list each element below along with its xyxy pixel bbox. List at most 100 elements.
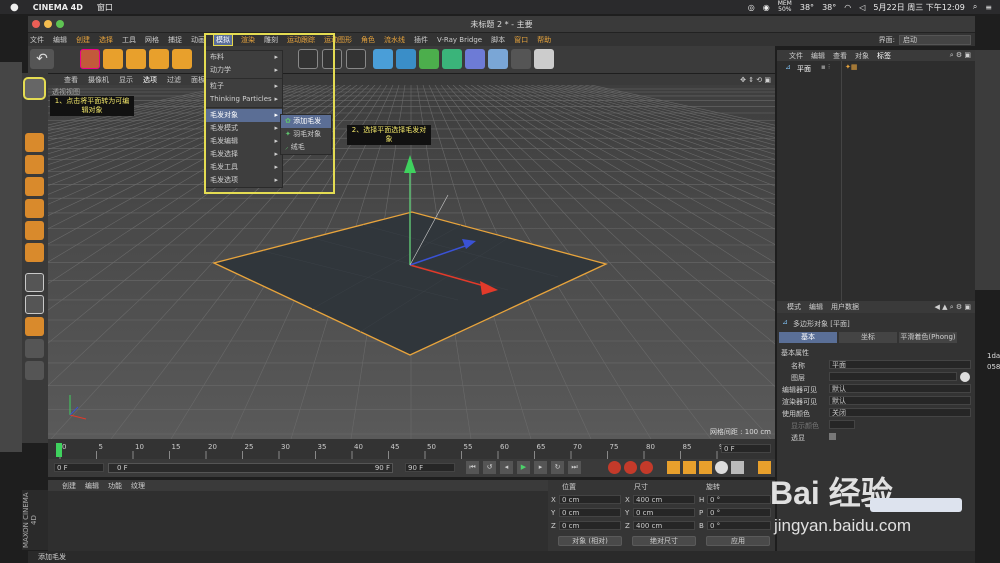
close-window-button[interactable] <box>32 20 40 28</box>
tweak-icon[interactable] <box>25 295 44 314</box>
camera-icon[interactable] <box>511 49 531 69</box>
point-key-icon[interactable] <box>731 461 744 474</box>
rot-h-field[interactable]: 0 ° <box>707 495 771 504</box>
obj-menu-tags[interactable]: 标签 <box>877 51 891 61</box>
y-axis-arrow-icon[interactable] <box>404 155 416 173</box>
volume-icon[interactable]: ◁ <box>859 3 865 12</box>
size-x-field[interactable]: 400 cm <box>633 495 695 504</box>
vp-menu-display[interactable]: 显示 <box>119 75 133 85</box>
coord-mode-select[interactable]: 对象 (相对) <box>558 536 622 546</box>
minimize-window-button[interactable] <box>44 20 52 28</box>
menu-tools[interactable]: 工具 <box>122 35 136 45</box>
menu-snap[interactable]: 捕捉 <box>168 35 182 45</box>
mat-menu-create[interactable]: 创建 <box>62 481 76 491</box>
menu-plugins[interactable]: 插件 <box>414 35 428 45</box>
menu-file[interactable]: 文件 <box>30 35 44 45</box>
vp-menu-panel[interactable]: 面板 <box>191 75 205 85</box>
status-icon[interactable]: ◎ <box>748 3 755 12</box>
display-color-field[interactable] <box>829 420 855 429</box>
undo-icon[interactable]: ↶ <box>30 49 54 69</box>
points-mode-icon[interactable] <box>25 199 44 218</box>
render-settings-icon[interactable] <box>346 49 366 69</box>
editor-visible-select[interactable]: 默认 <box>829 384 971 393</box>
menu-script[interactable]: 脚本 <box>491 35 505 45</box>
edges-mode-icon[interactable] <box>25 221 44 240</box>
vp-menu-options[interactable]: 选项 <box>143 75 157 85</box>
workplane-icon[interactable] <box>25 177 44 196</box>
rot-b-field[interactable]: 0 ° <box>707 521 771 530</box>
add-tool-icon[interactable] <box>172 49 192 69</box>
side-tabs[interactable] <box>975 50 1000 290</box>
make-editable-icon[interactable] <box>23 77 46 100</box>
prev-frame-icon[interactable]: ◂ <box>500 461 513 474</box>
menu-window[interactable]: 窗口 <box>514 35 528 45</box>
snap-icon[interactable] <box>25 317 44 336</box>
tab-coord[interactable]: 坐标 <box>839 332 897 343</box>
menu-mesh[interactable]: 网格 <box>145 35 159 45</box>
menu-character[interactable]: 角色 <box>361 35 375 45</box>
polygons-mode-icon[interactable] <box>25 243 44 262</box>
vp-menu-filter[interactable]: 过滤 <box>167 75 181 85</box>
vp-menu-view[interactable]: 查看 <box>64 75 78 85</box>
mat-menu-function[interactable]: 功能 <box>108 481 122 491</box>
tag-icon[interactable]: ✦▦ <box>845 63 857 71</box>
menu-item-fur[interactable]: ⸝ 绒毛 <box>281 141 331 154</box>
obj-menu-view[interactable]: 查看 <box>833 51 847 61</box>
rotate-tool-icon[interactable] <box>149 49 169 69</box>
mac-menu-window[interactable]: 窗口 <box>97 2 113 13</box>
app-name[interactable]: CINEMA 4D <box>33 3 83 12</box>
pos-key-icon[interactable] <box>667 461 680 474</box>
param-key-icon[interactable] <box>715 461 728 474</box>
material-manager[interactable] <box>48 491 548 551</box>
menu-item-add-hair[interactable]: ✿ 添加毛发 <box>281 115 331 128</box>
pos-z-field[interactable]: 0 cm <box>559 521 621 530</box>
menu-help[interactable]: 帮助 <box>537 35 551 45</box>
select-tool-icon[interactable] <box>80 49 100 69</box>
current-frame-field[interactable]: 0 F <box>54 463 104 472</box>
cloner-icon[interactable] <box>442 49 462 69</box>
range-slider[interactable]: 0 F 90 F <box>108 463 393 473</box>
attr-menu-edit[interactable]: 编辑 <box>809 302 823 312</box>
apply-button[interactable]: 应用 <box>706 536 770 546</box>
menu-pipeline[interactable]: 流水线 <box>384 35 405 45</box>
scale-key-icon[interactable] <box>683 461 696 474</box>
axis-icon[interactable] <box>25 273 44 292</box>
wifi-icon[interactable]: ◠ <box>844 3 851 12</box>
menu-vray[interactable]: V-Ray Bridge <box>437 36 482 44</box>
attr-nav-icons[interactable]: ◀ ▲ ⌕ ⚙ ▣ <box>935 303 975 312</box>
size-mode-select[interactable]: 绝对尺寸 <box>632 536 696 546</box>
magnet-icon[interactable] <box>25 339 44 358</box>
attr-menu-userdata[interactable]: 用户数据 <box>831 302 859 312</box>
subdivision-icon[interactable] <box>419 49 439 69</box>
apple-icon[interactable]: ● <box>10 2 19 13</box>
scale-tool-icon[interactable] <box>126 49 146 69</box>
floor-icon[interactable] <box>488 49 508 69</box>
ime-toolbar[interactable] <box>870 498 962 512</box>
texture-mode-icon[interactable] <box>25 155 44 174</box>
prev-key-icon[interactable]: ↺ <box>483 461 496 474</box>
record-icon[interactable] <box>608 461 621 474</box>
vp-menu-camera[interactable]: 摄像机 <box>88 75 109 85</box>
name-field[interactable]: 平面 <box>829 360 971 369</box>
layer-picker-icon[interactable] <box>960 372 970 382</box>
cube-icon[interactable] <box>373 49 393 69</box>
use-color-select[interactable]: 关闭 <box>829 408 971 417</box>
pen-icon[interactable] <box>396 49 416 69</box>
max-frame-field[interactable]: 90 F <box>405 463 455 472</box>
render-visible-select[interactable]: 默认 <box>829 396 971 405</box>
menu-item-feather[interactable]: ✦ 羽毛对象 <box>281 128 331 141</box>
go-start-icon[interactable]: ⏮ <box>466 461 479 474</box>
obj-menu-object[interactable]: 对象 <box>855 51 869 61</box>
autokey-icon[interactable] <box>624 461 637 474</box>
layout-select[interactable]: 启动 <box>899 34 971 45</box>
zoom-window-button[interactable] <box>56 20 64 28</box>
size-y-field[interactable]: 0 cm <box>633 508 695 517</box>
end-frame-field[interactable]: 0 F <box>721 444 771 453</box>
pos-y-field[interactable]: 0 cm <box>559 508 621 517</box>
menu-select[interactable]: 选择 <box>99 35 113 45</box>
keyframe-icon[interactable] <box>640 461 653 474</box>
obj-menu-file[interactable]: 文件 <box>789 51 803 61</box>
layer-field[interactable] <box>829 372 957 381</box>
timeline-ruler[interactable]: 051015202530354045505560657075808590 0 F <box>48 439 775 459</box>
next-frame-icon[interactable]: ▸ <box>534 461 547 474</box>
